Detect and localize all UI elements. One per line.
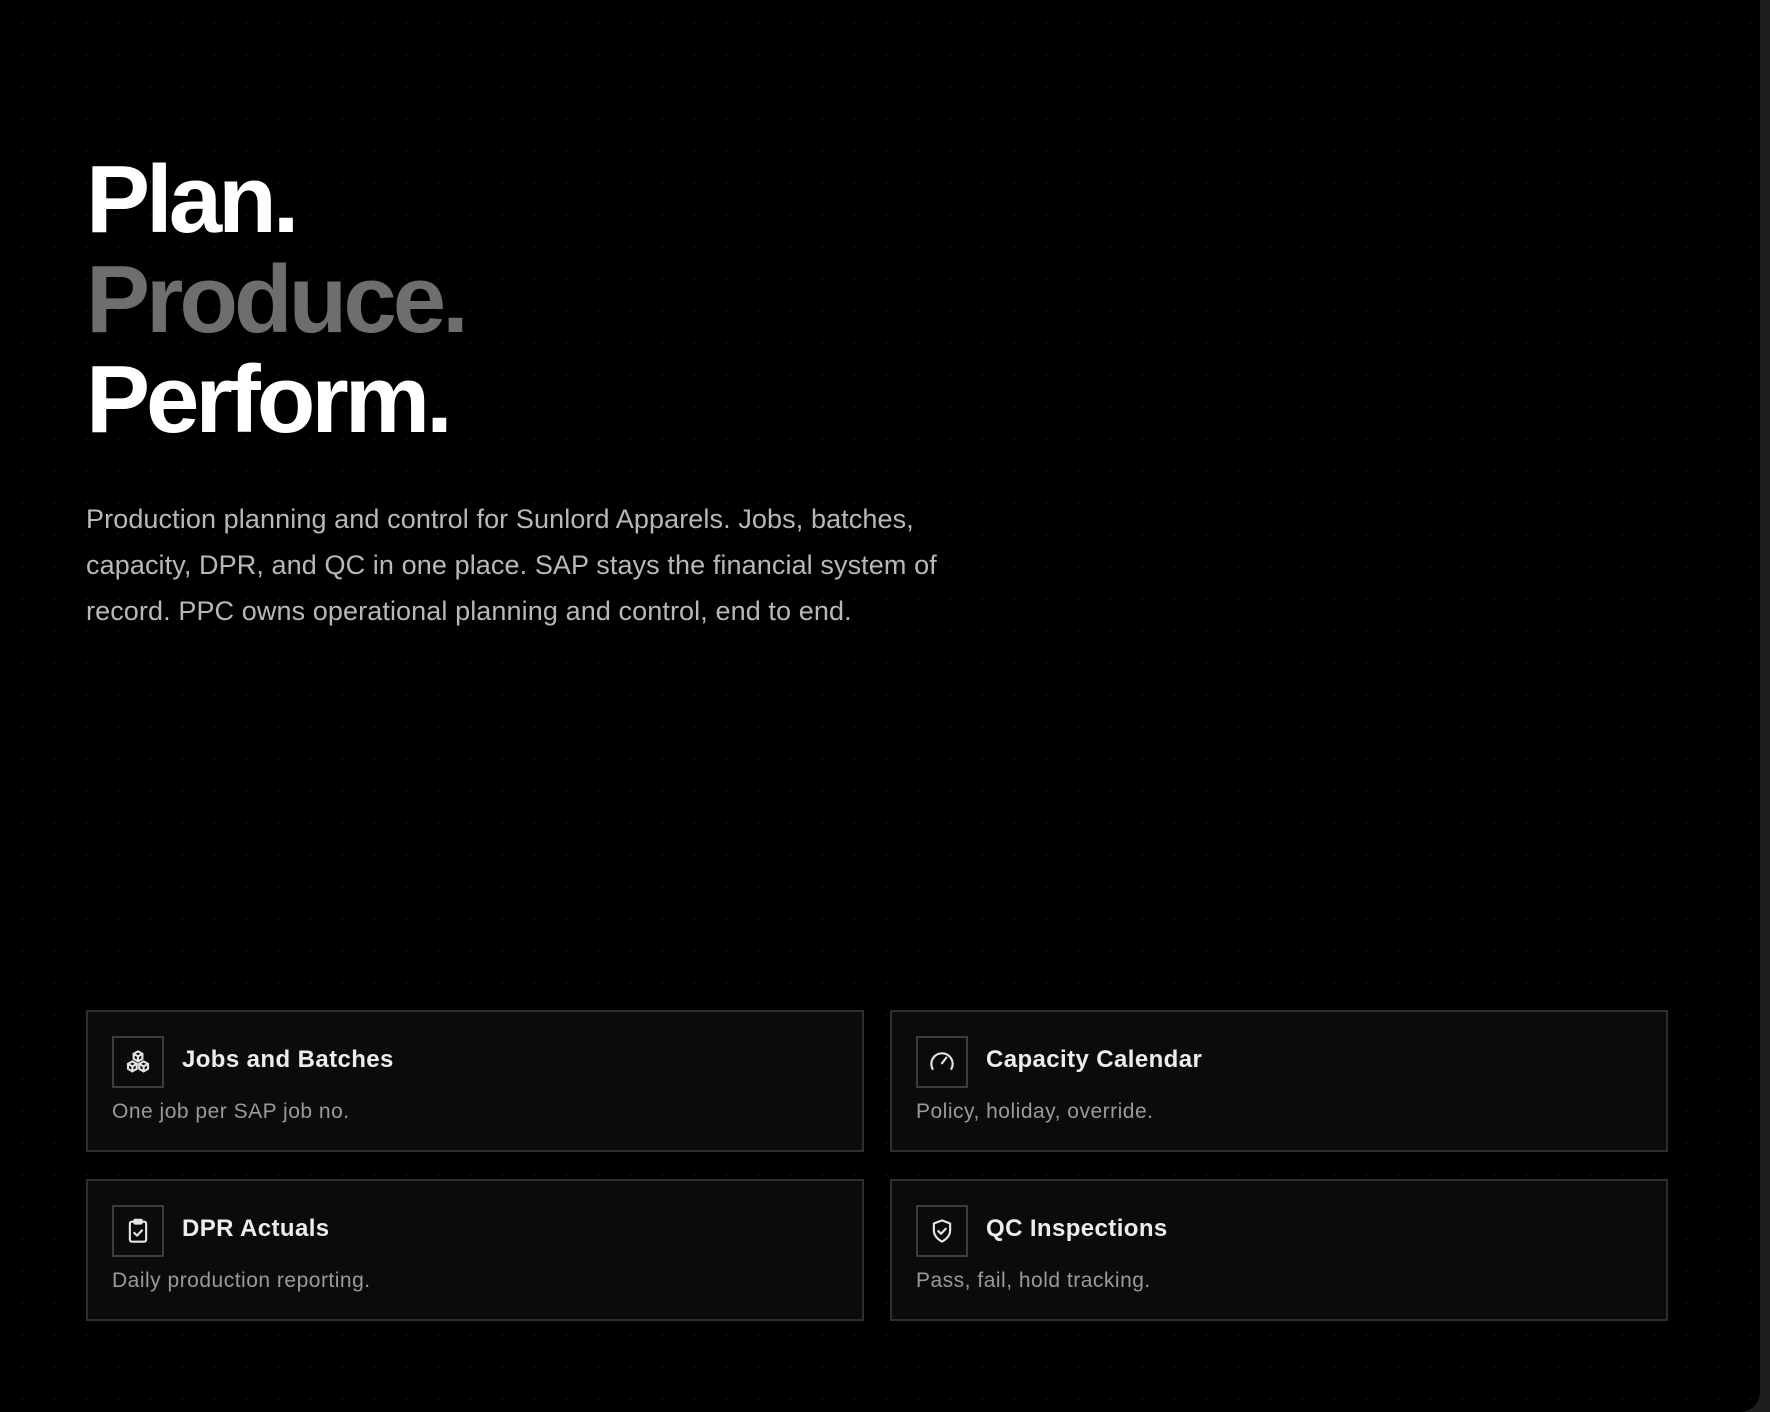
feature-card-dpr-actuals[interactable]: DPR Actuals Daily production reporting. [86,1179,864,1321]
feature-description: Daily production reporting. [112,1269,371,1292]
feature-description: Policy, holiday, override. [916,1100,1154,1123]
clipboard-check-icon [112,1205,164,1257]
hero-description: Production planning and control for Sunl… [86,504,937,626]
feature-card-qc-inspections[interactable]: QC Inspections Pass, fail, hold tracking… [890,1179,1668,1321]
hero-panel: Plan. Produce. Perform. Production plann… [0,0,1760,1412]
feature-title: Capacity Calendar [986,1046,1203,1073]
feature-card-jobs-batches[interactable]: Jobs and Batches One job per SAP job no. [86,1010,864,1152]
shield-check-icon [916,1205,968,1257]
feature-title: Jobs and Batches [182,1046,394,1073]
gauge-icon [916,1036,968,1088]
headline-line-plan: Plan. [86,146,299,253]
headline-line-perform: Perform. [86,346,453,453]
feature-card-capacity-calendar[interactable]: Capacity Calendar Policy, holiday, overr… [890,1010,1668,1152]
feature-title: DPR Actuals [182,1215,330,1242]
headline-line-produce: Produce. [86,246,469,353]
feature-description: One job per SAP job no. [112,1100,350,1123]
boxes-icon [112,1036,164,1088]
feature-title: QC Inspections [986,1215,1168,1242]
feature-description: Pass, fail, hold tracking. [916,1269,1151,1292]
hero-headline: Plan. Produce. Perform. [86,146,469,453]
